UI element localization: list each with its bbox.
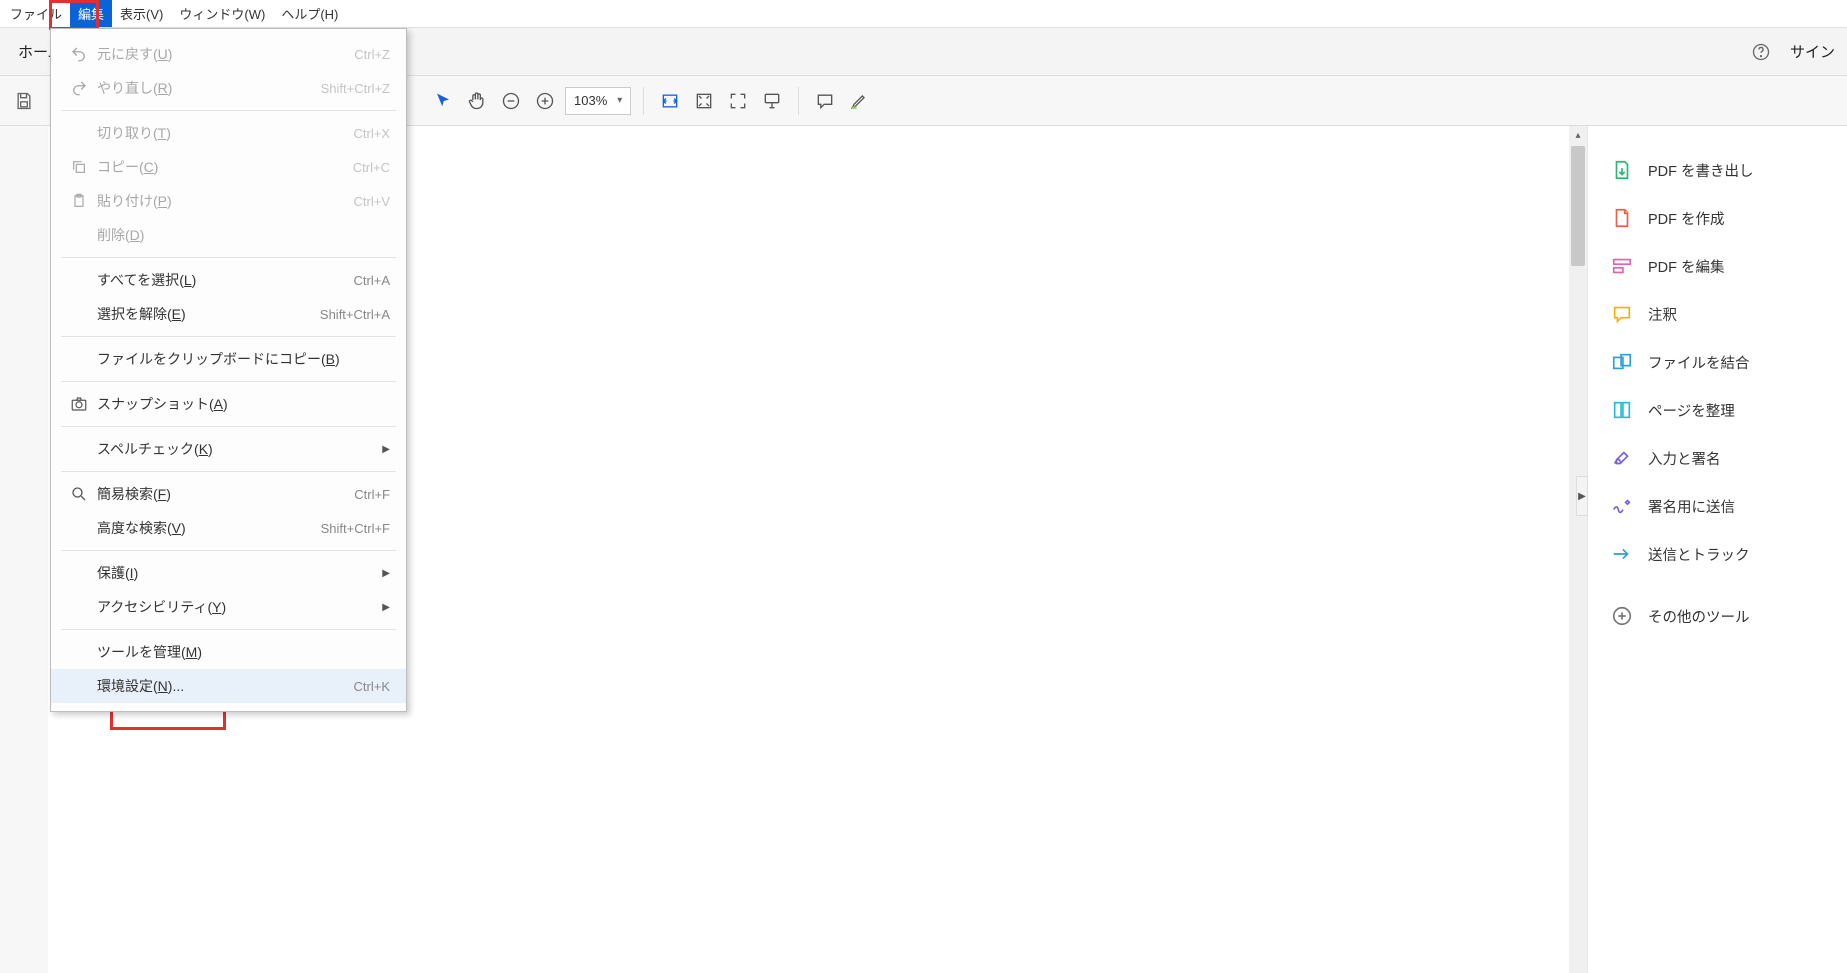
submenu-arrow-icon: ▶ (382, 444, 390, 455)
selection-arrow-icon[interactable] (429, 87, 457, 115)
edit-menu-dropdown: 元に戻す(U) Ctrl+Z やり直し(R) Shift+Ctrl+Z 切り取り… (50, 28, 407, 712)
tool-label: 入力と署名 (1648, 448, 1721, 469)
tool-label: ページを整理 (1648, 400, 1735, 421)
menu-view[interactable]: 表示(V) (112, 0, 171, 27)
menu-cut[interactable]: 切り取り(T) Ctrl+X (51, 116, 406, 150)
highlighter-icon[interactable] (845, 87, 873, 115)
menu-copy[interactable]: コピー(C) Ctrl+C (51, 150, 406, 184)
menu-redo[interactable]: やり直し(R) Shift+Ctrl+Z (51, 71, 406, 105)
organize-icon (1610, 398, 1634, 422)
tool-label: 送信とトラック (1648, 544, 1750, 565)
left-gutter (0, 126, 48, 973)
menu-delete[interactable]: 削除(D) (51, 218, 406, 252)
comment-icon (1610, 302, 1634, 326)
tool-export-pdf[interactable]: PDF を書き出し (1588, 146, 1847, 194)
tool-organize[interactable]: ページを整理 (1588, 386, 1847, 434)
help-icon[interactable] (1748, 39, 1774, 65)
send-track-icon (1610, 542, 1634, 566)
undo-icon (65, 45, 93, 63)
tool-label: PDF を書き出し (1648, 160, 1754, 181)
tool-label: その他のツール (1648, 606, 1750, 627)
chevron-down-icon: ▾ (617, 95, 622, 106)
tool-label: 署名用に送信 (1648, 496, 1735, 517)
signin-link[interactable]: サイン (1790, 41, 1835, 62)
tool-edit-pdf[interactable]: PDF を編集 (1588, 242, 1847, 290)
export-pdf-icon (1610, 158, 1634, 182)
scroll-thumb[interactable] (1571, 146, 1585, 266)
send-signature-icon (1610, 494, 1634, 518)
menu-undo[interactable]: 元に戻す(U) Ctrl+Z (51, 37, 406, 71)
zoom-in-icon[interactable] (531, 87, 559, 115)
menu-spellcheck[interactable]: スペルチェック(K) ▶ (51, 432, 406, 466)
menu-file[interactable]: ファイル (2, 0, 70, 27)
tool-label: PDF を作成 (1648, 208, 1725, 229)
search-icon (65, 485, 93, 503)
edit-pdf-icon (1610, 254, 1634, 278)
submenu-arrow-icon: ▶ (382, 602, 390, 613)
hand-pan-icon[interactable] (463, 87, 491, 115)
zoom-value: 103% (574, 93, 607, 108)
menu-deselect[interactable]: 選択を解除(E) Shift+Ctrl+A (51, 297, 406, 331)
fit-page-icon[interactable] (690, 87, 718, 115)
tool-more-tools[interactable]: その他のツール (1588, 592, 1847, 640)
zoom-out-icon[interactable] (497, 87, 525, 115)
tool-send-track[interactable]: 送信とトラック (1588, 530, 1847, 578)
tool-comment[interactable]: 注釈 (1588, 290, 1847, 338)
tool-label: PDF を編集 (1648, 256, 1725, 277)
scroll-up-arrow[interactable]: ▴ (1569, 126, 1587, 144)
comment-bubble-icon[interactable] (811, 87, 839, 115)
combine-icon (1610, 350, 1634, 374)
redo-icon (65, 79, 93, 97)
tool-label: 注釈 (1648, 304, 1677, 325)
tool-combine[interactable]: ファイルを結合 (1588, 338, 1847, 386)
menu-find[interactable]: 簡易検索(F) Ctrl+F (51, 477, 406, 511)
menu-edit[interactable]: 編集 (70, 0, 112, 27)
scrollbar-vertical[interactable]: ▴ (1569, 126, 1587, 973)
right-tools-panel: ▶ PDF を書き出し PDF を作成 PDF を編集 注釈 ファイルを結合 ペ… (1587, 126, 1847, 973)
menubar: ファイル 編集 表示(V) ウィンドウ(W) ヘルプ(H) (0, 0, 1847, 28)
zoom-dropdown[interactable]: 103% ▾ (565, 87, 631, 115)
read-mode-icon[interactable] (758, 87, 786, 115)
tool-send-signature[interactable]: 署名用に送信 (1588, 482, 1847, 530)
paste-icon (65, 193, 93, 209)
fit-width-icon[interactable] (656, 87, 684, 115)
copy-icon (65, 159, 93, 175)
tool-label: ファイルを結合 (1648, 352, 1750, 373)
menu-manage-tools[interactable]: ツールを管理(M) (51, 635, 406, 669)
menu-copy-file-clipboard[interactable]: ファイルをクリップボードにコピー(B) (51, 342, 406, 376)
submenu-arrow-icon: ▶ (382, 568, 390, 579)
fullscreen-icon[interactable] (724, 87, 752, 115)
menu-accessibility[interactable]: アクセシビリティ(Y) ▶ (51, 590, 406, 624)
menu-preferences[interactable]: 環境設定(N)... Ctrl+K (51, 669, 406, 703)
collapse-panel-icon[interactable]: ▶ (1576, 476, 1588, 516)
create-pdf-icon (1610, 206, 1634, 230)
menu-advanced-find[interactable]: 高度な検索(V) Shift+Ctrl+F (51, 511, 406, 545)
fill-sign-icon (1610, 446, 1634, 470)
menu-help[interactable]: ヘルプ(H) (273, 0, 346, 27)
menu-paste[interactable]: 貼り付け(P) Ctrl+V (51, 184, 406, 218)
tool-fill-sign[interactable]: 入力と署名 (1588, 434, 1847, 482)
menu-protection[interactable]: 保護(I) ▶ (51, 556, 406, 590)
menu-window[interactable]: ウィンドウ(W) (171, 0, 273, 27)
menu-snapshot[interactable]: スナップショット(A) (51, 387, 406, 421)
save-icon[interactable] (10, 87, 38, 115)
more-tools-icon (1610, 604, 1634, 628)
menu-select-all[interactable]: すべてを選択(L) Ctrl+A (51, 263, 406, 297)
tool-create-pdf[interactable]: PDF を作成 (1588, 194, 1847, 242)
camera-icon (65, 395, 93, 413)
